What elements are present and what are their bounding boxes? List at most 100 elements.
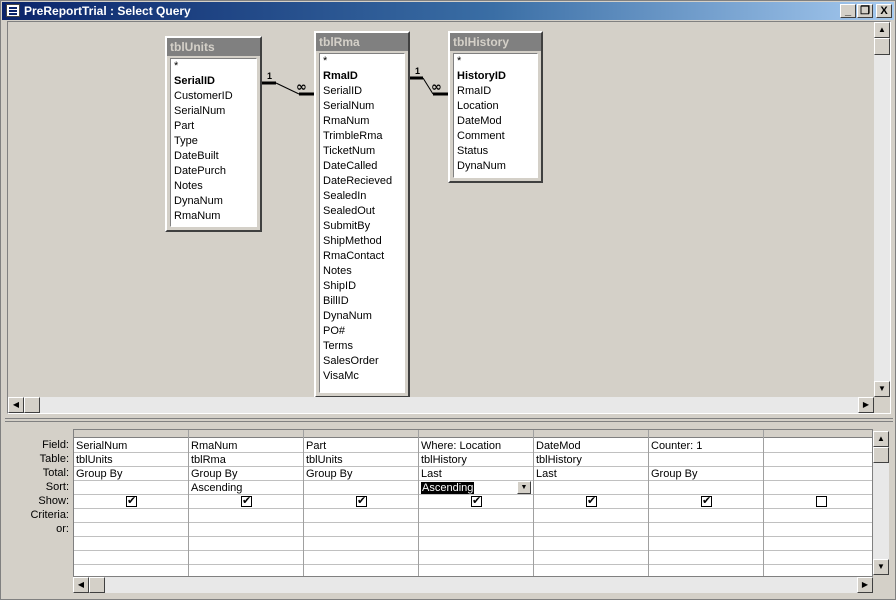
scroll-down-icon[interactable]: ▼ [874,381,890,397]
field-item[interactable]: SerialNum [320,99,404,114]
minimize-button[interactable]: _ [840,4,856,18]
scroll-thumb[interactable] [873,447,889,463]
field-item[interactable]: ShipMethod [320,234,404,249]
column-selector[interactable] [304,430,418,438]
join-units-rma[interactable]: 1 ∞ [261,71,314,96]
field-item[interactable]: SerialNum [171,104,256,119]
field-list[interactable]: * HistoryID RmaID Location DateMod Comment Sta… [453,53,538,178]
table-cell[interactable] [766,453,872,467]
show-checkbox[interactable] [816,496,827,507]
field-item[interactable]: RmaNum [320,114,404,129]
total-cell[interactable]: Group By [76,467,188,481]
scroll-up-icon[interactable]: ▲ [873,431,889,447]
field-cell[interactable]: Counter: 1 [651,439,763,453]
criteria-cell[interactable] [306,509,418,523]
table-cell[interactable]: tblUnits [76,453,188,467]
field-item[interactable]: RmaID [320,69,404,84]
vertical-scrollbar[interactable]: ▲ ▼ [874,22,890,397]
field-item[interactable]: DatePurch [171,164,256,179]
field-item[interactable]: BillID [320,294,404,309]
column-selector[interactable] [189,430,303,438]
show-checkbox[interactable] [241,494,252,507]
sort-selected-text[interactable]: Ascending [421,482,475,494]
field-item[interactable]: DynaNum [171,194,256,209]
scroll-thumb[interactable] [24,397,40,413]
scroll-right-icon[interactable]: ▶ [857,577,873,593]
field-item[interactable]: Location [454,99,537,114]
query-window-icon[interactable] [6,4,20,17]
field-item[interactable]: TrimbleRma [320,129,404,144]
field-item[interactable]: SerialID [171,74,256,89]
sort-cell[interactable] [766,481,872,495]
field-item[interactable]: DynaNum [320,309,404,324]
table-cell[interactable] [651,453,763,467]
field-item[interactable]: SalesOrder [320,354,404,369]
grid-column[interactable]: RmaNum tblRma Group By Ascending [189,430,304,576]
scroll-left-icon[interactable]: ◀ [73,577,89,593]
field-item[interactable]: CustomerID [171,89,256,104]
title-bar[interactable]: PreReportTrial : Select Query _ ❐ X [2,2,894,20]
grid-column[interactable]: DateMod tblHistory Last [534,430,649,576]
or-cell[interactable] [421,523,533,537]
field-item[interactable]: SubmitBy [320,219,404,234]
grid-column[interactable]: SerialNum tblUnits Group By [74,430,189,576]
scroll-right-icon[interactable]: ▶ [858,397,874,413]
total-cell[interactable]: Last [536,467,648,481]
horizontal-scrollbar[interactable]: ◀ ▶ [8,397,874,413]
join-rma-history[interactable]: 1 ∞ [408,66,448,96]
show-checkbox[interactable] [586,494,597,507]
column-selector[interactable] [419,430,533,438]
table-cell[interactable]: tblHistory [421,453,533,467]
grid-column[interactable]: Where: Location tblHistory Last Ascending ▼ [419,430,534,576]
field-item[interactable]: RmaContact [320,249,404,264]
or-cell[interactable] [536,523,648,537]
table-diagram-area[interactable]: 1 ∞ 1 ∞ tblUnits * SerialID CustomerID Seri… [8,22,874,397]
field-cell[interactable]: RmaNum [191,439,303,453]
grid-horizontal-scrollbar[interactable]: ◀ ▶ [73,577,873,593]
table-cell[interactable]: tblHistory [536,453,648,467]
table-box-tblrma[interactable]: tblRma * RmaID SerialID SerialNum RmaNum Trim… [314,31,410,397]
field-item[interactable]: DateCalled [320,159,404,174]
criteria-cell[interactable] [76,509,188,523]
grid-vertical-scrollbar[interactable]: ▲ ▼ [873,431,889,575]
field-cell[interactable] [766,439,872,453]
show-checkbox[interactable] [471,494,482,507]
dropdown-arrow-icon[interactable]: ▼ [517,481,531,494]
table-title[interactable]: tblRma [316,33,408,51]
show-checkbox[interactable] [701,494,712,507]
column-selector[interactable] [764,430,872,438]
field-item[interactable]: HistoryID [454,69,537,84]
table-box-tblunits[interactable]: tblUnits * SerialID CustomerID SerialNum Par… [165,36,262,232]
field-item[interactable]: DateMod [454,114,537,129]
or-cell[interactable] [191,523,303,537]
scroll-left-icon[interactable]: ◀ [8,397,24,413]
field-item[interactable]: SerialID [320,84,404,99]
sort-cell[interactable] [306,481,418,495]
field-item[interactable]: RmaID [454,84,537,99]
table-cell[interactable]: tblUnits [306,453,418,467]
field-item[interactable]: SealedOut [320,204,404,219]
field-item[interactable]: Type [171,134,256,149]
criteria-cell[interactable] [766,509,872,523]
table-cell[interactable]: tblRma [191,453,303,467]
sort-cell[interactable] [651,481,763,495]
total-cell[interactable]: Group By [651,467,763,481]
table-title[interactable]: tblHistory [450,33,541,51]
pane-splitter[interactable] [5,418,893,422]
field-item[interactable]: * [454,54,537,69]
sort-cell[interactable]: Ascending ▼ [421,481,533,495]
field-item[interactable]: ShipID [320,279,404,294]
scroll-thumb[interactable] [874,38,890,55]
restore-button[interactable]: ❐ [857,4,873,18]
field-item[interactable]: Part [171,119,256,134]
field-list[interactable]: * RmaID SerialID SerialNum RmaNum TrimbleRma T… [319,53,405,393]
field-item[interactable]: Comment [454,129,537,144]
field-item[interactable]: Terms [320,339,404,354]
column-selector[interactable] [649,430,763,438]
total-cell[interactable]: Group By [191,467,303,481]
field-item[interactable]: * [320,54,404,69]
scroll-up-icon[interactable]: ▲ [874,22,890,38]
field-item[interactable]: PO# [320,324,404,339]
close-button[interactable]: X [876,4,892,18]
field-item[interactable]: Status [454,144,537,159]
